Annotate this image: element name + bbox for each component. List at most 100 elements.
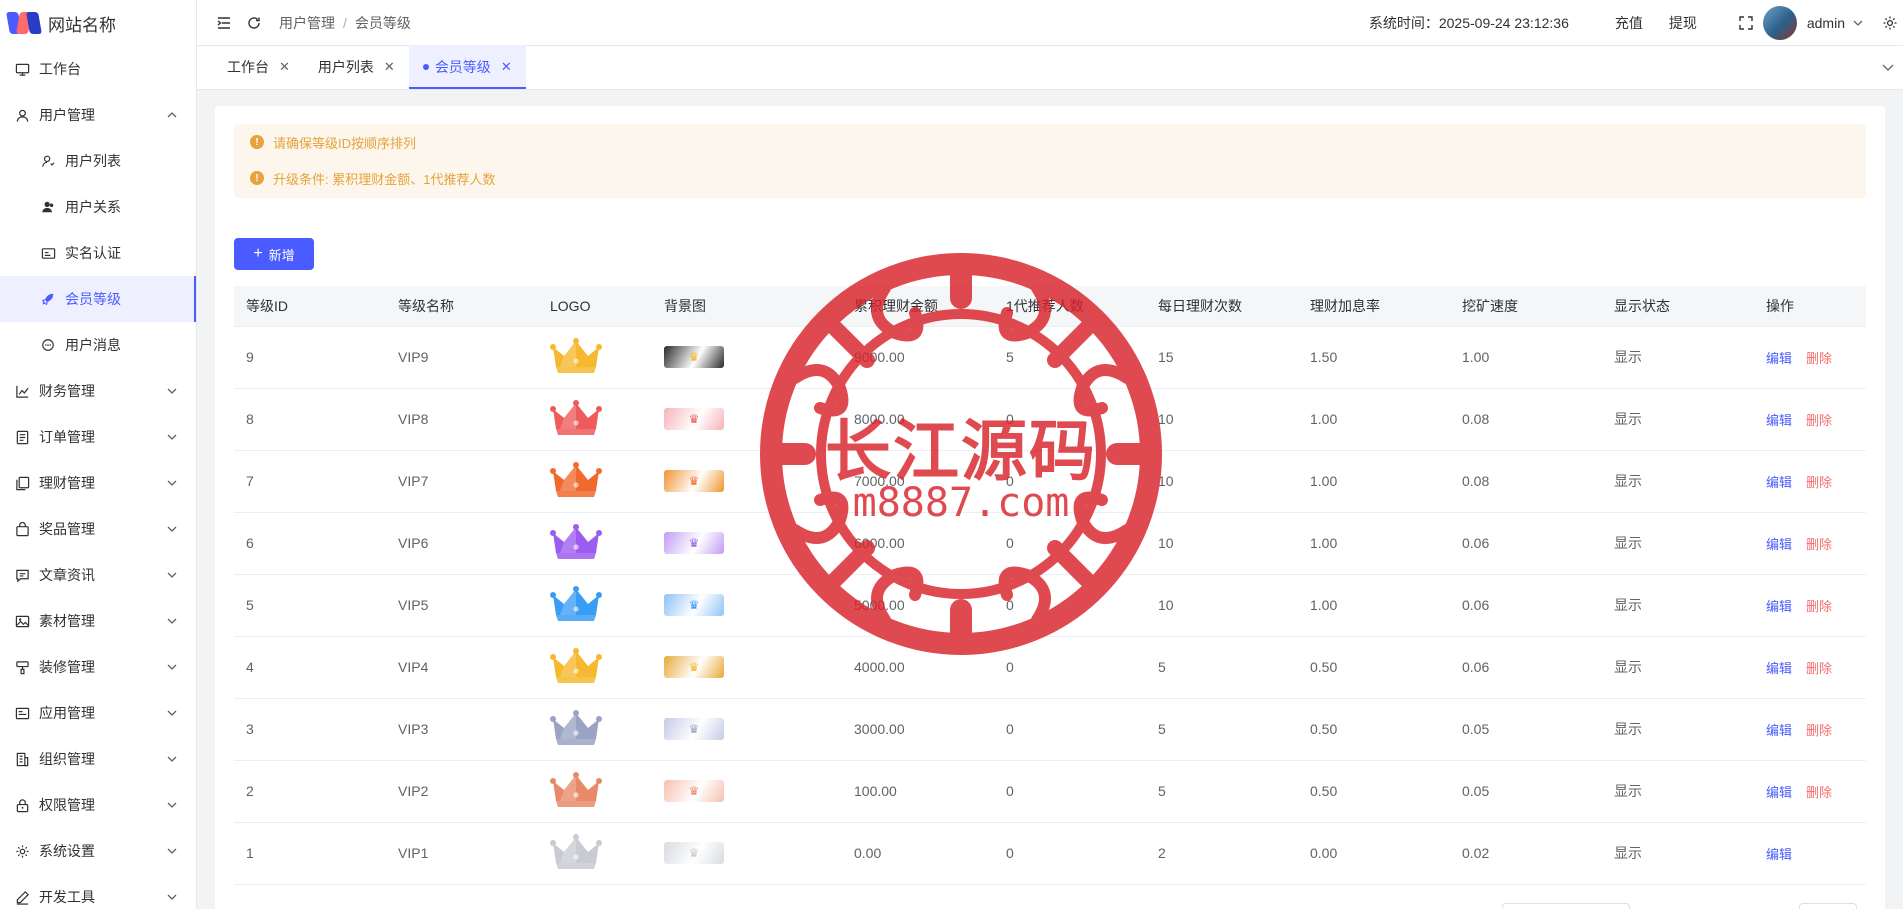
edit-link[interactable]: 编辑 xyxy=(1766,413,1792,428)
background-image-thumbnail[interactable]: ♛ xyxy=(664,470,724,492)
background-image-thumbnail[interactable]: ♛ xyxy=(664,532,724,554)
sidebar-subitem[interactable]: 用户消息 xyxy=(0,322,196,368)
cell-daily-count: 10 xyxy=(1146,574,1298,637)
lock-icon xyxy=(14,797,30,813)
edit-link[interactable]: 编辑 xyxy=(1766,537,1792,552)
sidebar-item[interactable]: 开发工具 xyxy=(0,874,196,909)
cell-actions: 编辑 删除 xyxy=(1754,698,1866,761)
sidebar-subitem[interactable]: 用户关系 xyxy=(0,184,196,230)
pagination-jumper[interactable] xyxy=(1799,903,1857,909)
crown-icon[interactable] xyxy=(550,833,602,873)
cell-referrals: 0 xyxy=(994,388,1146,451)
alert-row: ! 升级条件: 累积理财金额、1代推荐人数 xyxy=(234,160,1866,196)
edit-link[interactable]: 编辑 xyxy=(1766,599,1792,614)
edit-link[interactable]: 编辑 xyxy=(1766,661,1792,676)
sidebar-item[interactable]: 订单管理 xyxy=(0,414,196,460)
background-image-thumbnail[interactable]: ♛ xyxy=(664,718,724,740)
pen-icon xyxy=(14,889,30,905)
add-button[interactable]: + 新增 xyxy=(234,238,314,270)
delete-link[interactable]: 删除 xyxy=(1806,351,1832,366)
delete-link[interactable]: 删除 xyxy=(1806,537,1832,552)
sidebar-item[interactable]: 装修管理 xyxy=(0,644,196,690)
alert-row: ! 请确保等级ID按顺序排列 xyxy=(234,124,1866,160)
cell-actions: 编辑 删除 xyxy=(1754,574,1866,637)
gear-icon[interactable] xyxy=(1881,14,1899,32)
cell-rate: 1.00 xyxy=(1298,512,1450,575)
background-image-thumbnail[interactable]: ♛ xyxy=(664,346,724,368)
crown-icon[interactable] xyxy=(550,337,602,377)
crown-icon[interactable] xyxy=(550,461,602,501)
delete-link[interactable]: 删除 xyxy=(1806,785,1832,800)
chevron-down-icon[interactable] xyxy=(1881,60,1895,77)
sidebar-menu: 工作台 用户管理 用户列表 用户关系 实名认证 会员等级 用户消息 财务管理 订单管理 理财管理奖… xyxy=(0,46,196,909)
sidebar-item-label: 系统设置 xyxy=(39,843,95,859)
edit-link[interactable]: 编辑 xyxy=(1766,847,1792,862)
close-icon[interactable]: ✕ xyxy=(279,59,290,75)
breadcrumb-item-parent[interactable]: 用户管理 xyxy=(279,13,335,33)
collapse-menu-icon[interactable] xyxy=(215,14,233,32)
crown-icon[interactable] xyxy=(550,709,602,749)
background-image-thumbnail[interactable]: ♛ xyxy=(664,408,724,430)
crown-icon[interactable] xyxy=(550,523,602,563)
sidebar-item[interactable]: 权限管理 xyxy=(0,782,196,828)
delete-link[interactable]: 删除 xyxy=(1806,723,1832,738)
refresh-icon[interactable] xyxy=(245,14,263,32)
edit-link[interactable]: 编辑 xyxy=(1766,351,1792,366)
sidebar-item[interactable]: 财务管理 xyxy=(0,368,196,414)
sidebar-item-label: 权限管理 xyxy=(39,797,95,813)
sidebar-item[interactable]: 组织管理 xyxy=(0,736,196,782)
crown-icon[interactable] xyxy=(550,647,602,687)
table-row: 1 VIP1 ♛ 0.00 0 2 0.00 0.02 显示 编辑 xyxy=(234,822,1866,885)
background-image-thumbnail[interactable]: ♛ xyxy=(664,656,724,678)
background-image-thumbnail[interactable]: ♛ xyxy=(664,780,724,802)
tab-user-list[interactable]: 用户列表 ✕ xyxy=(304,45,409,89)
sidebar-item[interactable]: 工作台 xyxy=(0,46,196,92)
brand[interactable]: 网站名称 xyxy=(0,0,196,46)
edit-link[interactable]: 编辑 xyxy=(1766,785,1792,800)
crown-icon[interactable] xyxy=(550,399,602,439)
tab-member-level[interactable]: 会员等级 ✕ xyxy=(408,45,526,89)
sidebar-subitem[interactable]: 用户列表 xyxy=(0,138,196,184)
background-image-thumbnail[interactable]: ♛ xyxy=(664,594,724,616)
chevron-down-icon[interactable] xyxy=(1849,14,1867,32)
column-header: 等级名称 xyxy=(386,286,538,327)
sidebar-subitem[interactable]: 实名认证 xyxy=(0,230,196,276)
column-header: LOGO xyxy=(538,286,652,327)
sidebar-item[interactable]: 系统设置 xyxy=(0,828,196,874)
delete-link[interactable]: 删除 xyxy=(1806,599,1832,614)
crown-icon[interactable] xyxy=(550,771,602,811)
sidebar-item[interactable]: 奖品管理 xyxy=(0,506,196,552)
edit-link[interactable]: 编辑 xyxy=(1766,723,1792,738)
user-name[interactable]: admin xyxy=(1807,15,1845,31)
gear-icon xyxy=(14,843,30,859)
sidebar-subitem[interactable]: 会员等级 xyxy=(0,276,196,322)
table-row: 3 VIP3 ♛ 3000.00 0 5 0.50 0.05 显示 编辑 删除 xyxy=(234,698,1866,761)
close-icon[interactable]: ✕ xyxy=(501,59,512,75)
cell-amount: 4000.00 xyxy=(842,636,994,699)
crown-icon[interactable] xyxy=(550,585,602,625)
delete-link[interactable]: 删除 xyxy=(1806,413,1832,428)
chevron-down-icon xyxy=(166,614,180,628)
crown-icon: ♛ xyxy=(688,598,700,612)
user-outline-icon xyxy=(40,153,56,169)
system-time: 系统时间：2025-09-24 23:12:36 xyxy=(1368,15,1569,31)
edit-link[interactable]: 编辑 xyxy=(1766,475,1792,490)
sidebar-item[interactable]: 文章资讯 xyxy=(0,552,196,598)
sidebar-item[interactable]: 应用管理 xyxy=(0,690,196,736)
table-row: 2 VIP2 ♛ 100.00 0 5 0.50 0.05 显示 编辑 删除 xyxy=(234,760,1866,823)
cell-referrals: 0 xyxy=(994,574,1146,637)
withdraw-link[interactable]: 提现 xyxy=(1669,13,1697,33)
sidebar-item[interactable]: 素材管理 xyxy=(0,598,196,644)
background-image-thumbnail[interactable]: ♛ xyxy=(664,842,724,864)
tab-workbench[interactable]: 工作台 ✕ xyxy=(213,45,304,89)
delete-link[interactable]: 删除 xyxy=(1806,475,1832,490)
copy-icon xyxy=(14,475,30,491)
pagination-size-select[interactable] xyxy=(1502,903,1630,909)
close-icon[interactable]: ✕ xyxy=(384,59,395,75)
delete-link[interactable]: 删除 xyxy=(1806,661,1832,676)
sidebar-item[interactable]: 理财管理 xyxy=(0,460,196,506)
sidebar-item[interactable]: 用户管理 xyxy=(0,92,196,138)
fullscreen-icon[interactable] xyxy=(1737,14,1755,32)
recharge-link[interactable]: 充值 xyxy=(1615,13,1643,33)
avatar[interactable] xyxy=(1762,6,1797,40)
